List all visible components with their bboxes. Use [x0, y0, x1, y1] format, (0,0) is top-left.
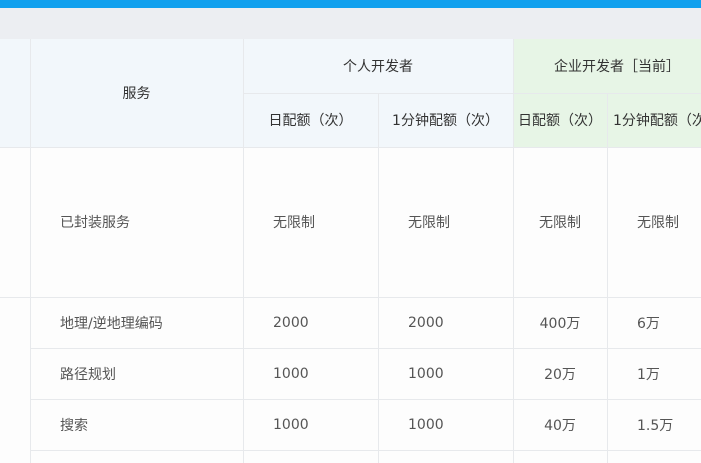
- cell-value: 40万: [544, 417, 576, 434]
- header-personal-daily: 日配额（次）: [243, 93, 378, 147]
- row-service-label: 地理/逆地理编码: [60, 315, 163, 332]
- table-cell-personal-minute: 1000: [378, 348, 513, 399]
- header-service-label: 服务: [122, 86, 151, 102]
- header-personal-minute-label: 1分钟配额（次）: [392, 113, 499, 129]
- table-row-service: 搜索: [30, 399, 243, 450]
- header-left-gutter: [0, 39, 30, 147]
- grid-line: [243, 93, 701, 94]
- grid-line: [0, 297, 701, 298]
- table-cell-personal-minute: 1000: [378, 399, 513, 450]
- grid-line: [607, 93, 608, 463]
- table-cell-enterprise-daily: 无限制: [513, 147, 607, 297]
- table-cell-enterprise-minute: 6万: [607, 297, 701, 348]
- table-row-service: 地理/逆地理编码: [30, 297, 243, 348]
- toolbar-strip: [0, 8, 701, 39]
- cell-value: 无限制: [637, 215, 679, 231]
- header-enterprise-label: 企业开发者［当前］: [554, 59, 680, 75]
- header-personal-minute: 1分钟配额（次）: [378, 93, 513, 147]
- cell-value: 无限制: [539, 215, 581, 231]
- table-cell-personal-daily: 2000: [243, 297, 378, 348]
- header-enterprise-minute-label: 1分钟配额（次: [613, 113, 701, 129]
- cell-value: 1000: [273, 416, 309, 433]
- table-cell-enterprise-minute: 1万: [607, 348, 701, 399]
- cell-value: 无限制: [273, 215, 315, 231]
- grid-line: [30, 348, 701, 349]
- header-personal-daily-label: 日配额（次）: [268, 113, 353, 129]
- table-cell-personal-daily: 1000: [243, 348, 378, 399]
- quota-table: 服务 个人开发者 企业开发者［当前］ 日配额（次） 1分钟配额（次） 日配额（次…: [0, 39, 701, 463]
- table-row-service: 已封装服务: [30, 147, 243, 297]
- cell-value: 1000: [408, 365, 444, 382]
- table-cell-enterprise-daily: 400万: [513, 297, 607, 348]
- row-service-label: 搜索: [60, 417, 88, 434]
- cell-value: 2000: [273, 314, 309, 331]
- grid-line: [30, 450, 701, 451]
- table-cell-enterprise-minute: 无限制: [607, 147, 701, 297]
- header-enterprise-daily-label: 日配额（次）: [518, 113, 602, 129]
- cell-value: 无限制: [408, 215, 450, 231]
- table-cell-personal-minute: 无限制: [378, 147, 513, 297]
- table-cell-enterprise-daily: 20万: [513, 348, 607, 399]
- header-enterprise-minute: 1分钟配额（次: [607, 93, 701, 147]
- cell-value: 1.5万: [637, 417, 674, 434]
- header-personal-label: 个人开发者: [343, 59, 413, 75]
- cell-value: 1万: [637, 366, 660, 383]
- table-cell-enterprise-minute: 1.5万: [607, 399, 701, 450]
- cell-value: 400万: [539, 315, 581, 332]
- grid-line: [30, 399, 701, 400]
- table-cell-personal-daily: 1000: [243, 399, 378, 450]
- cell-value: 1000: [273, 365, 309, 382]
- table-row-service: 路径规划: [30, 348, 243, 399]
- header-service: 服务: [30, 39, 243, 147]
- table-cell-personal-minute: 2000: [378, 297, 513, 348]
- table-cell-enterprise-daily: 40万: [513, 399, 607, 450]
- cell-value: 6万: [637, 315, 660, 332]
- header-enterprise-daily: 日配额（次）: [513, 93, 607, 147]
- top-accent-bar: [0, 0, 701, 8]
- cell-value: 20万: [544, 366, 576, 383]
- cell-value: 2000: [408, 314, 444, 331]
- grid-line: [0, 147, 701, 148]
- row-service-label: 路径规划: [60, 366, 116, 383]
- header-personal-group: 个人开发者: [243, 39, 513, 93]
- row-service-label: 已封装服务: [60, 215, 130, 231]
- grid-line: [378, 93, 379, 463]
- table-cell-personal-daily: 无限制: [243, 147, 378, 297]
- cell-value: 1000: [408, 416, 444, 433]
- header-enterprise-group: 企业开发者［当前］: [513, 39, 701, 93]
